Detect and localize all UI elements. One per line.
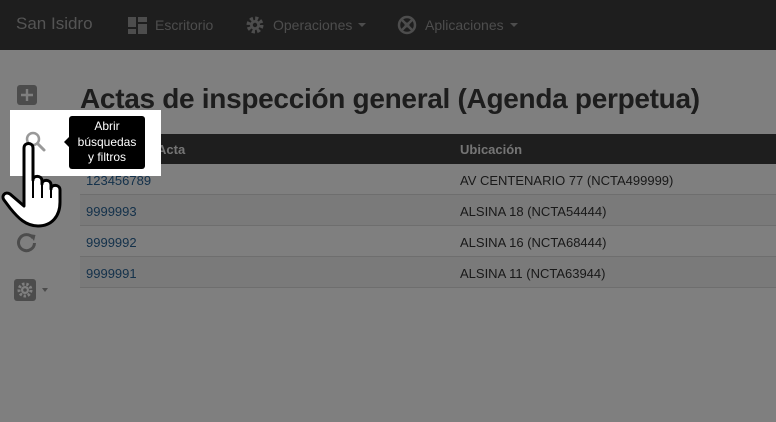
nav-operaciones-label: Operaciones: [273, 17, 353, 33]
table-row[interactable]: 9999992 ALSINA 16 (NCTA68444): [80, 226, 776, 257]
top-navbar: San Isidro Escritorio Operaciones Aplica…: [0, 0, 776, 50]
tooltip-line: búsquedas: [77, 134, 137, 149]
ubicacion-cell: ALSINA 11 (NCTA63944): [460, 266, 606, 281]
nav-escritorio[interactable]: Escritorio: [128, 0, 213, 50]
table-header: Número de Acta Ubicación: [80, 134, 776, 164]
search-tooltip: Abrir búsquedas y filtros: [64, 116, 145, 169]
settings-icon: [14, 279, 36, 301]
nav-escritorio-label: Escritorio: [155, 17, 214, 33]
chevron-down-icon: [42, 288, 48, 292]
refresh-icon: [17, 233, 36, 253]
add-icon: [17, 85, 37, 105]
ubicacion-cell: ALSINA 16 (NCTA68444): [460, 235, 607, 250]
table-row[interactable]: 9999991 ALSINA 11 (NCTA63944): [80, 257, 776, 288]
acta-link[interactable]: 9999993: [86, 204, 137, 219]
nav-aplicaciones-label: Aplicaciones: [425, 17, 504, 33]
acta-link[interactable]: 9999992: [86, 235, 137, 250]
tooltip-line: Abrir: [94, 119, 120, 133]
nav-aplicaciones[interactable]: Aplicaciones: [397, 0, 518, 50]
apps-icon: [397, 15, 417, 35]
dashboard-icon: [128, 16, 147, 34]
add-button[interactable]: [14, 82, 40, 108]
gear-sync-icon: [246, 16, 264, 34]
pointing-hand-icon: [1, 142, 62, 228]
column-header-ubicacion[interactable]: Ubicación: [460, 142, 522, 157]
chevron-down-icon: [358, 23, 367, 27]
chevron-down-icon: [509, 23, 518, 27]
table-row[interactable]: 123456789 AV CENTENARIO 77 (NCTA499999): [80, 164, 776, 195]
refresh-button[interactable]: [14, 229, 40, 255]
actas-table: Número de Acta Ubicación 123456789 AV CE…: [80, 134, 776, 288]
nav-operaciones[interactable]: Operaciones: [245, 0, 367, 50]
table-row[interactable]: 9999993 ALSINA 18 (NCTA54444): [80, 195, 776, 226]
ubicacion-cell: ALSINA 18 (NCTA54444): [460, 204, 607, 219]
acta-link[interactable]: 9999991: [86, 266, 137, 281]
settings-button[interactable]: [14, 277, 54, 303]
brand-name[interactable]: San Isidro: [16, 14, 93, 34]
tooltip-line: y filtros: [87, 150, 126, 164]
page-title: Actas de inspección general (Agenda perp…: [80, 83, 700, 114]
ubicacion-cell: AV CENTENARIO 77 (NCTA499999): [460, 173, 674, 188]
